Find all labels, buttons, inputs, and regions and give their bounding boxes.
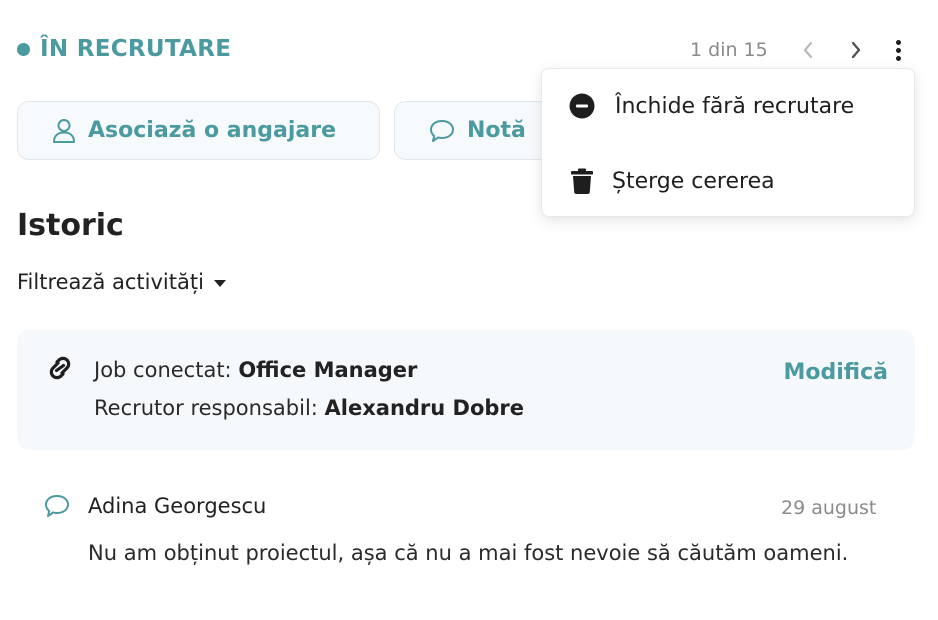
trash-icon xyxy=(571,168,593,194)
pager: 1 din 15 xyxy=(690,36,906,64)
comment-icon xyxy=(45,495,69,517)
chevron-right-icon xyxy=(851,41,860,59)
history-heading: Istoric xyxy=(17,208,124,243)
comment-author: Adina Georgescu xyxy=(88,494,267,518)
connected-job-line: Job conectat: Office Manager xyxy=(94,358,417,382)
pager-count: 1 din 15 xyxy=(690,39,768,61)
recruiter-value: Alexandru Dobre xyxy=(324,396,525,420)
recruiter-key: Recrutor responsabil: xyxy=(94,396,325,420)
connected-job-card: Job conectat: Office Manager Recrutor re… xyxy=(17,330,915,450)
next-button[interactable] xyxy=(844,36,868,64)
activity-filter-dropdown[interactable]: Filtrează activități xyxy=(17,270,226,294)
associate-hire-label: Asociază o angajare xyxy=(88,118,337,143)
add-note-button[interactable]: Notă xyxy=(394,101,564,160)
minus-circle-icon xyxy=(569,93,595,119)
menu-item-delete-request[interactable]: Șterge cererea xyxy=(542,153,914,209)
user-icon xyxy=(53,118,75,143)
recruiter-line: Recrutor responsabil: Alexandru Dobre xyxy=(94,396,524,420)
link-icon xyxy=(49,356,71,380)
add-note-label: Notă xyxy=(467,118,526,143)
previous-button[interactable] xyxy=(796,36,820,64)
more-vertical-icon xyxy=(896,39,902,45)
activity-filter-label: Filtrează activități xyxy=(17,270,204,294)
connected-job-value: Office Manager xyxy=(238,358,418,382)
more-options-menu: Închide fără recrutare Șterge cererea xyxy=(541,68,915,217)
more-vertical-icon xyxy=(896,55,902,61)
request-detail-page: ÎN RECRUTARE 1 din 15 Asociază o angajar… xyxy=(0,0,938,620)
chevron-left-icon xyxy=(803,41,812,59)
caret-down-icon xyxy=(213,279,226,287)
comment-date: 29 august xyxy=(781,497,877,519)
status-dot-icon xyxy=(17,42,30,56)
connected-job-key: Job conectat: xyxy=(94,358,239,382)
comment-icon xyxy=(430,119,454,142)
menu-item-close-without-hire[interactable]: Închide fără recrutare xyxy=(542,78,914,134)
menu-item-label: Șterge cererea xyxy=(612,168,775,194)
status-badge: ÎN RECRUTARE xyxy=(17,36,231,62)
modify-link[interactable]: Modifică xyxy=(784,360,889,385)
more-options-button[interactable] xyxy=(892,39,906,61)
comment-text: Nu am obținut proiectul, așa că nu a mai… xyxy=(88,541,849,565)
more-vertical-icon xyxy=(896,47,902,53)
status-label: ÎN RECRUTARE xyxy=(40,36,232,62)
menu-item-label: Închide fără recrutare xyxy=(615,93,855,119)
associate-hire-button[interactable]: Asociază o angajare xyxy=(17,101,380,160)
